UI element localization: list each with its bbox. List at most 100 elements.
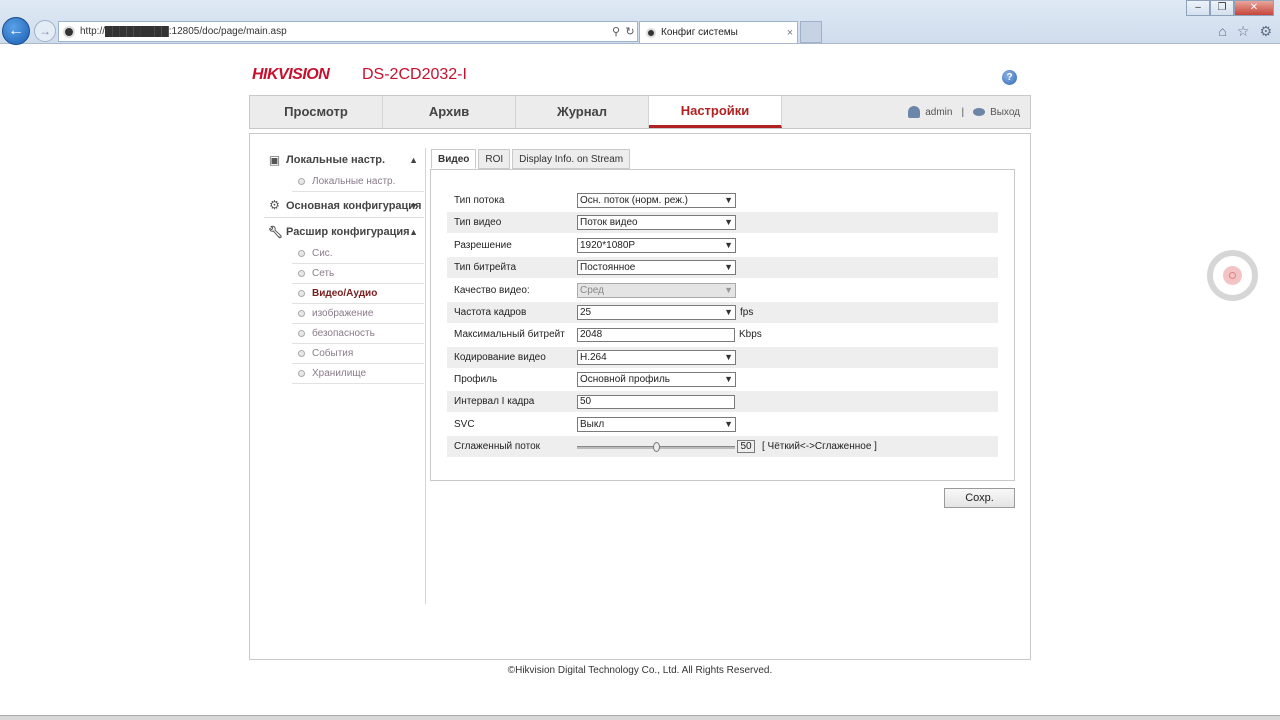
floating-record-widget[interactable] [1207, 250, 1258, 301]
window-close-icon[interactable]: ✕ [1234, 0, 1274, 16]
sidebar-group-label: Локальные настр. [286, 154, 386, 166]
monitor-icon: ▣ [268, 152, 281, 167]
svc-select[interactable]: Выкл ▼ [577, 417, 736, 432]
search-icon[interactable]: ⚲ [609, 25, 623, 38]
window-controls: – ❐ ✕ [1186, 0, 1274, 16]
home-icon[interactable]: ⌂ [1218, 23, 1226, 40]
settings-gear-icon[interactable]: ⚙ [1259, 23, 1272, 40]
field-label: Качество видео: [454, 285, 530, 296]
select-value: Поток видео [580, 217, 638, 228]
address-bar[interactable]: http://█████████:12805/doc/page/main.asp… [58, 21, 638, 42]
hikvision-logo: HIKVISION [252, 66, 330, 83]
field-label: Сглаженный поток [454, 441, 541, 452]
save-button[interactable]: Сохр. [944, 488, 1015, 508]
chevron-down-icon: ▼ [724, 217, 733, 227]
max-bitrate-input[interactable]: 2048 [577, 327, 735, 342]
bullet-icon [298, 290, 305, 297]
caret-down-icon[interactable]: ▼ [409, 201, 418, 211]
smoothing-slider[interactable] [577, 440, 735, 454]
menu-tab-log[interactable]: Журнал [516, 96, 649, 128]
sidebar-item-events[interactable]: События [292, 344, 424, 364]
tab-favicon-icon [646, 27, 656, 38]
forward-arrow-icon[interactable]: → [34, 20, 56, 42]
frame-rate-select[interactable]: 25 ▼ [577, 305, 736, 320]
logout-link[interactable]: Выход [990, 107, 1020, 118]
field-label: Частота кадров [454, 307, 527, 318]
subtabs: Видео ROI Display Info. on Stream [431, 149, 631, 169]
browser-chrome: ← → http://█████████:12805/doc/page/main… [0, 0, 1280, 45]
sidebar-item-label: Локальные настр. [312, 176, 396, 187]
sidebar-item-security[interactable]: безопасность [292, 324, 424, 344]
sidebar-group-label: Расшир конфигурация [286, 226, 410, 238]
record-core-icon [1229, 272, 1236, 279]
address-url[interactable]: http://█████████:12805/doc/page/main.asp [80, 26, 609, 37]
sidebar-item-video-audio[interactable]: Видео/Аудио [292, 284, 424, 304]
smoothing-value[interactable]: 50 [737, 440, 755, 453]
menu-tab-live-view[interactable]: Просмотр [250, 96, 383, 128]
sidebar-item-label: изображение [312, 308, 374, 319]
minimize-icon[interactable]: – [1186, 0, 1210, 16]
video-encoding-select[interactable]: H.264 ▼ [577, 350, 736, 365]
row-video-quality: Качество видео: Сред ▼ [447, 280, 998, 301]
sidebar-group-basic[interactable]: ⚙ Основная конфигурация ▼ [264, 194, 424, 218]
tab-roi[interactable]: ROI [478, 149, 511, 169]
field-label: Тип битрейта [454, 262, 517, 273]
back-arrow-icon[interactable]: ← [2, 17, 30, 45]
stream-type-select[interactable]: Осн. поток (норм. реж.) ▼ [577, 193, 736, 208]
sidebar-item-local-settings[interactable]: Локальные настр. [292, 172, 424, 192]
select-value: Основной профиль [580, 374, 671, 385]
sidebar-item-storage[interactable]: Хранилище [292, 364, 424, 384]
menu-tab-playback[interactable]: Архив [383, 96, 516, 128]
unit-label: fps [740, 307, 754, 318]
sidebar-item-image[interactable]: изображение [292, 304, 424, 324]
video-type-select[interactable]: Поток видео ▼ [577, 215, 736, 230]
bitrate-type-select[interactable]: Постоянное ▼ [577, 260, 736, 275]
select-value: Осн. поток (норм. реж.) [580, 195, 689, 206]
chevron-down-icon: ▼ [724, 352, 733, 362]
sidebar-item-label: Сеть [312, 268, 335, 279]
sidebar-item-network[interactable]: Сеть [292, 264, 424, 284]
site-favicon-icon [63, 25, 75, 38]
browser-tab[interactable]: Конфиг системы × [639, 21, 798, 43]
row-profile: Профиль Основной профиль ▼ [447, 369, 998, 390]
row-smoothing: Сглаженный поток 50 [ Чёткий<->Сглаженно… [447, 436, 998, 457]
chevron-down-icon: ▼ [724, 419, 733, 429]
profile-select[interactable]: Основной профиль ▼ [577, 372, 736, 387]
row-i-frame-interval: Интервал I кадра 50 [447, 391, 998, 412]
tab-close-icon[interactable]: × [783, 27, 797, 39]
resolution-select[interactable]: 1920*1080P ▼ [577, 238, 736, 253]
favorites-star-icon[interactable]: ☆ [1237, 23, 1250, 40]
main-menu: Просмотр Архив Журнал Настройки admin | … [249, 95, 1031, 129]
help-icon[interactable]: ? [1002, 70, 1017, 85]
row-video-encoding: Кодирование видео H.264 ▼ [447, 347, 998, 368]
slider-thumb[interactable] [653, 441, 660, 452]
logout-icon[interactable] [973, 108, 986, 116]
sidebar-item-label: События [312, 348, 354, 359]
select-value: Постоянное [580, 262, 636, 273]
video-quality-select: Сред ▼ [577, 283, 736, 298]
new-tab-button[interactable] [800, 21, 822, 43]
field-label: Профиль [454, 374, 498, 385]
sidebar-item-system[interactable]: Сис. [292, 244, 424, 264]
field-label: SVC [454, 419, 475, 430]
sidebar-group-label: Основная конфигурация [286, 199, 422, 212]
caret-up-icon[interactable]: ▲ [409, 227, 418, 237]
menu-tab-configuration[interactable]: Настройки [649, 96, 782, 128]
tab-video[interactable]: Видео [431, 149, 477, 169]
chevron-down-icon: ▼ [724, 374, 733, 384]
tab-title: Конфиг системы [661, 27, 738, 38]
caret-up-icon[interactable]: ▲ [409, 155, 418, 165]
sidebar-group-local[interactable]: ▣ Локальные настр. ▲ [264, 148, 424, 172]
wrench-icon: 🔧︎ [268, 224, 284, 239]
tab-display-info[interactable]: Display Info. on Stream [512, 149, 631, 169]
refresh-icon[interactable]: ↻ [623, 25, 637, 38]
sidebar-divider [425, 148, 426, 604]
browser-tools: ⌂ ☆ ⚙ [1218, 23, 1272, 40]
username: admin [925, 106, 953, 118]
gear-icon: ⚙ [269, 198, 280, 212]
sidebar-group-advanced[interactable]: 🔧︎ Расшир конфигурация ▲ [264, 220, 424, 244]
restore-icon[interactable]: ❐ [1210, 0, 1234, 16]
chevron-down-icon: ▼ [724, 285, 733, 295]
i-frame-interval-input[interactable]: 50 [577, 394, 735, 409]
bullet-icon [298, 250, 305, 257]
